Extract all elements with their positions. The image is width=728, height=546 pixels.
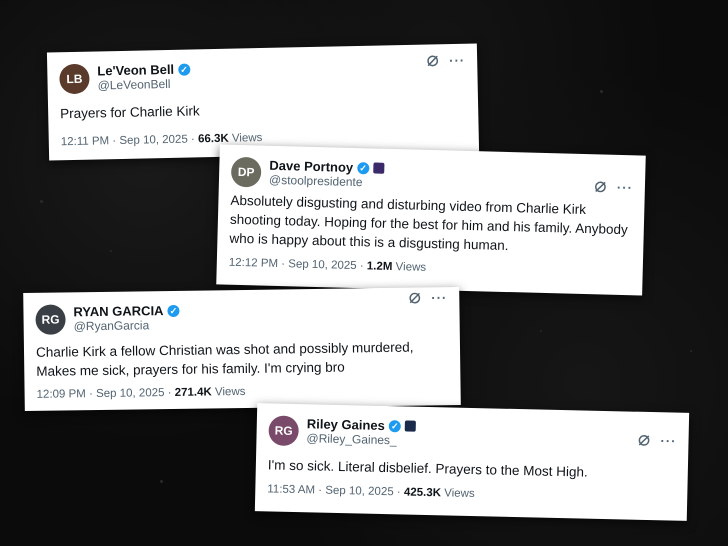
tweet-timestamp[interactable]: 12:11 PM · Sep 10, 2025 · [61,133,195,148]
affiliate-badge-icon [404,420,416,432]
view-count: 425.3K [403,486,442,500]
more-options-icon[interactable]: ··· [431,290,447,305]
verified-badge-icon: ✓ [357,161,370,174]
tweet-meta: 12:12 PM · Sep 10, 2025 · 1.2M Views [229,257,427,274]
verified-badge-icon: ✓ [177,63,191,76]
affiliate-badge-icon [373,162,385,174]
handle[interactable]: @stoolpresidente [269,173,384,191]
tweet-card-ryan-garcia[interactable]: RG RYAN GARCIA ✓ @RyanGarcia ··· Charlie… [23,286,461,412]
tweet-text: I'm so sick. Literal disbelief. Prayers … [267,457,588,480]
avatar[interactable]: RG [268,415,299,447]
tweet-timestamp[interactable]: 11:53 AM · Sep 10, 2025 · [267,483,401,498]
background-speck [540,330,542,332]
views-label: Views [444,487,475,501]
handle[interactable]: @RyanGarcia [74,318,180,334]
view-count: 271.4K [174,386,212,399]
tweet-text: Prayers for Charlie Kirk [60,103,200,122]
tweet-meta: 12:09 PM · Sep 10, 2025 · 271.4K Views [37,386,246,401]
display-name[interactable]: Riley Gaines [307,416,385,433]
background-speck [110,250,112,252]
grok-icon[interactable] [594,180,607,193]
views-label: Views [214,385,246,399]
views-label: Views [395,261,427,274]
display-name[interactable]: RYAN GARCIA [73,303,163,319]
background-speck [40,200,43,203]
tweet-text: Charlie Kirk a fellow Christian was shot… [35,339,414,379]
tweet-timestamp[interactable]: 12:09 PM · Sep 10, 2025 · [37,387,172,401]
tweet-card-riley-gaines[interactable]: RG Riley Gaines ✓ @Riley_Gaines_ ··· I'm… [254,403,690,521]
avatar[interactable]: RG [35,304,66,335]
tweet-card-dave-portnoy[interactable]: DP Dave Portnoy ✓ @stoolpresidente ··· A… [216,144,646,296]
tweet-meta: 11:53 AM · Sep 10, 2025 · 425.3K Views [267,483,475,500]
background-speck [160,480,163,483]
tweet-card-leveon-bell[interactable]: LB Le'Veon Bell ✓ @LeVeonBell ··· Prayer… [46,43,480,161]
view-count: 1.2M [366,260,393,274]
handle[interactable]: @Riley_Gaines_ [306,431,415,448]
views-label: Views [231,132,263,145]
verified-badge-icon: ✓ [388,419,401,432]
grok-icon[interactable] [426,54,439,67]
more-options-icon[interactable]: ··· [660,433,676,448]
display-name[interactable]: Le'Veon Bell [97,62,174,79]
avatar[interactable]: DP [230,156,262,188]
tweet-text: Absolutely disgusting and disturbing vid… [229,192,628,254]
grok-icon[interactable] [408,291,421,304]
more-options-icon[interactable]: ··· [449,52,465,67]
handle[interactable]: @LeVeonBell [97,77,190,94]
tweet-timestamp[interactable]: 12:12 PM · Sep 10, 2025 · [229,257,364,273]
more-options-icon[interactable]: ··· [617,179,633,194]
verified-badge-icon: ✓ [167,304,180,317]
grok-icon[interactable] [637,434,650,447]
view-count: 66.3K [197,132,229,146]
avatar[interactable]: LB [59,63,90,95]
background-speck [600,90,603,93]
background-speck [690,350,692,352]
